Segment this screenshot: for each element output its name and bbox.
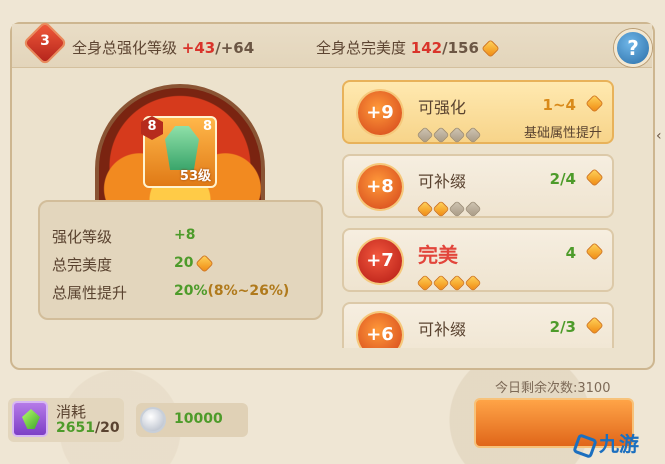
- silver-cost: 10000: [136, 403, 248, 437]
- slot-progress: 2/4: [549, 170, 576, 188]
- total-perfect-summary: 全身总完美度 142/156: [316, 37, 499, 58]
- gem-filled-icon: [417, 275, 433, 290]
- help-button[interactable]: ?: [614, 29, 652, 67]
- slot-bonus-badge: +8: [358, 165, 402, 209]
- stat-value-perfect-number: 20: [174, 255, 194, 271]
- stats-panel: 强化等级 +8 总完美度 20 总属性提升 20%(8%~26%): [38, 200, 323, 320]
- slot-progress: 4: [565, 244, 576, 262]
- stat-value-attribute-percent: 20%: [174, 283, 208, 299]
- total-strength-label: 全身总强化等级: [72, 39, 178, 57]
- stat-value-attribute-range: (8%~26%): [207, 283, 290, 299]
- item-level: 53级: [179, 169, 211, 184]
- material-crystal-icon[interactable]: [12, 401, 48, 437]
- lock-icon: 8: [202, 119, 212, 134]
- stat-value-strength: +8: [174, 227, 196, 243]
- remaining-attempts: 今日剩余次数:3100: [495, 381, 611, 396]
- watermark: 九游: [572, 428, 660, 459]
- perfect-gem-icon: [482, 40, 499, 57]
- stat-value-attribute: 20%(8%~26%): [174, 283, 289, 299]
- slot-status: 可补缀: [418, 320, 467, 339]
- slot-gem-icon: [586, 95, 603, 112]
- slot-status: 可强化: [418, 98, 467, 117]
- gem-filled-icon: [417, 201, 433, 216]
- equipment-item-slot[interactable]: 8 8 53级: [141, 116, 217, 188]
- cost-panel: 消耗 2651/20: [8, 398, 124, 442]
- slot-status-perfect: 完美: [418, 243, 458, 267]
- slot-gem-row: [420, 346, 484, 348]
- cost-label: 消耗: [56, 403, 87, 421]
- gem-filled-icon: [465, 275, 481, 290]
- slot-bonus-badge: +7: [358, 239, 402, 283]
- gem-filled-icon: [449, 275, 465, 290]
- slot-gem-icon: [586, 169, 603, 186]
- cost-need: /20: [94, 420, 120, 436]
- gem-empty-icon: [449, 201, 465, 216]
- slot-bonus-badge: +9: [358, 91, 402, 135]
- stat-label-attribute: 总属性提升: [52, 284, 128, 302]
- slot-bonus-badge: +6: [358, 313, 402, 348]
- scroll-right-icon[interactable]: ‹: [656, 128, 662, 144]
- gem-filled-icon: [433, 201, 449, 216]
- slot-description: 基础属性提升: [523, 126, 602, 141]
- slot-gem-row: [417, 124, 484, 143]
- total-perfect-max: /156: [442, 39, 479, 57]
- level-badge: 3: [25, 23, 65, 63]
- slot-gem-icon: [586, 317, 603, 334]
- gem-empty-icon: [417, 127, 433, 142]
- slot-gem-row: [417, 198, 484, 217]
- gem-empty-icon: [465, 201, 481, 216]
- total-strength-current: +43: [181, 39, 216, 57]
- level-badge-number: 3: [40, 33, 50, 49]
- enhance-level-badge: 8: [141, 116, 163, 140]
- robe-icon: [165, 126, 199, 170]
- slot-card-4[interactable]: +6 可补缀 2/3: [342, 302, 614, 348]
- slot-progress: 2/3: [549, 318, 576, 336]
- slot-progress: 1~4: [542, 96, 576, 114]
- cost-have: 2651: [56, 420, 95, 436]
- slot-gem-icon: [586, 243, 603, 260]
- total-perfect-current: 142: [410, 39, 443, 57]
- silver-amount: 10000: [174, 411, 223, 427]
- total-strength-summary: 全身总强化等级 +43/+64: [72, 37, 254, 58]
- stat-label-strength: 强化等级: [52, 228, 113, 246]
- slot-card-2[interactable]: +8 可补缀 2/4: [342, 154, 614, 218]
- watermark-logo-icon: [572, 432, 598, 459]
- slot-gem-row: [417, 272, 484, 291]
- watermark-text: 九游: [599, 432, 639, 456]
- perfect-gem-icon: [197, 255, 213, 271]
- crystal-icon: [22, 409, 40, 429]
- gem-empty-icon: [465, 127, 481, 142]
- stat-value-perfect: 20: [174, 255, 213, 271]
- slot-card-1[interactable]: +9 可强化 1~4 基础属性提升: [342, 80, 614, 144]
- total-strength-max: /+64: [215, 39, 255, 57]
- cost-amount: 2651/20: [56, 420, 120, 436]
- slot-status: 可补缀: [418, 172, 467, 191]
- silver-coin-icon: [140, 407, 166, 433]
- gem-empty-icon: [433, 127, 449, 142]
- total-perfect-label: 全身总完美度: [316, 39, 407, 57]
- slot-card-3[interactable]: +7 完美 4: [342, 228, 614, 292]
- stat-label-perfect: 总完美度: [52, 256, 113, 274]
- gem-empty-icon: [449, 127, 465, 142]
- gem-filled-icon: [433, 275, 449, 290]
- enhance-slot-list[interactable]: +9 可强化 1~4 基础属性提升 +8 可补缀 2/4 +7 完美 4 +6 …: [340, 80, 616, 348]
